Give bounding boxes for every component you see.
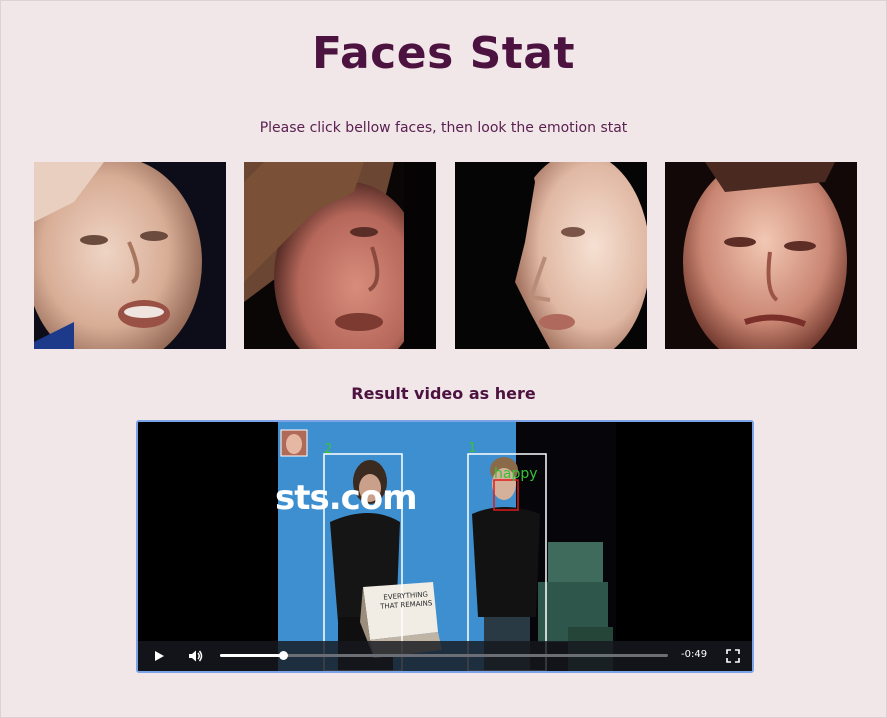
video-controls-bar: -0:49 bbox=[138, 641, 752, 671]
volume-icon[interactable] bbox=[186, 647, 204, 665]
backdrop-text: sts.com bbox=[275, 478, 418, 518]
emotion-label: happy bbox=[494, 466, 538, 482]
instruction-text: Please click bellow faces, then look the… bbox=[259, 120, 628, 136]
time-remaining: -0:49 bbox=[681, 649, 708, 660]
person-1-id-label: 1 bbox=[468, 441, 477, 456]
face-thumbnail-2[interactable] bbox=[244, 162, 436, 349]
face-thumbnail-1[interactable] bbox=[34, 162, 226, 349]
face-thumbnail-3[interactable] bbox=[455, 162, 647, 349]
result-heading: Result video as here bbox=[351, 384, 536, 403]
page-title: Faces Stat bbox=[311, 28, 576, 79]
result-video-player[interactable]: sts.com EVERYTHING THAT REMAINS 2 1 happ… bbox=[136, 420, 754, 673]
fullscreen-icon[interactable] bbox=[724, 647, 742, 665]
person-2-id-label: 2 bbox=[324, 442, 333, 457]
progress-slider[interactable] bbox=[220, 651, 668, 660]
face-thumbnail-4[interactable] bbox=[665, 162, 857, 349]
video-frame bbox=[138, 422, 752, 671]
play-icon[interactable] bbox=[150, 647, 168, 665]
progress-handle[interactable] bbox=[278, 651, 288, 660]
progress-fill bbox=[220, 654, 283, 657]
